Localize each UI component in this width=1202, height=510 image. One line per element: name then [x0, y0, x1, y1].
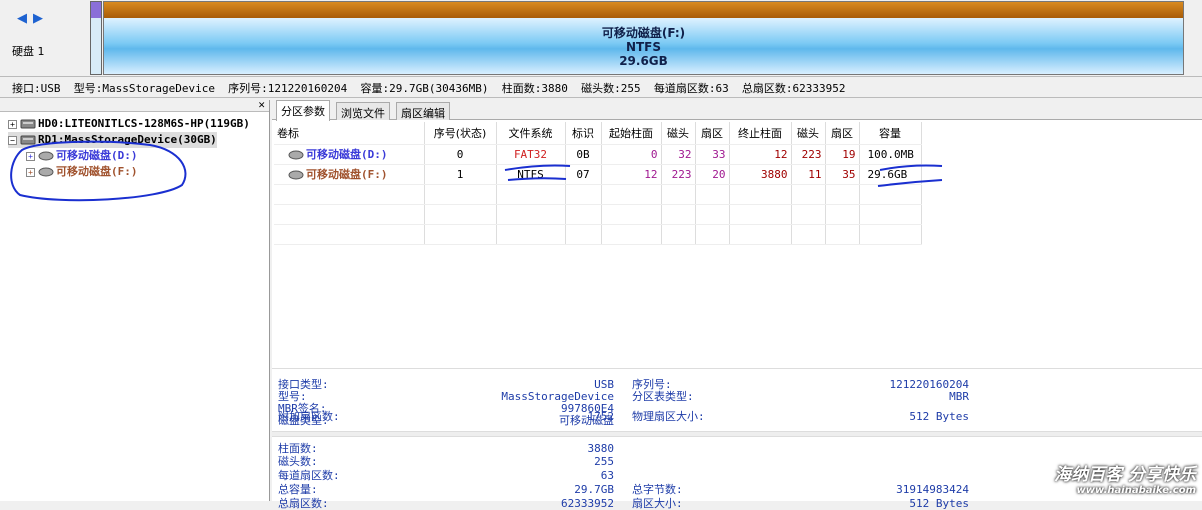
cell-start-sector: 20	[695, 164, 730, 185]
detail-label: 每道扇区数:	[278, 469, 340, 482]
next-disk-icon[interactable]: ▶	[33, 12, 43, 26]
col-header[interactable]: 文件系统	[496, 122, 566, 145]
cell-end-sector: 19	[825, 144, 860, 165]
tab-bar: 分区参数 浏览文件 扇区编辑	[272, 100, 1202, 121]
tree-pane-header: ✕	[0, 98, 269, 112]
table-row[interactable]: 可移动磁盘(D:) 0 FAT32 0B 0 32 33 12 223 19 1…	[274, 144, 922, 165]
disk-tree-pane: ✕ + HD0:LITEONITLCS-128M6S-HP(119GB) − RD1…	[0, 98, 270, 501]
detail-value: 29.7GB	[574, 483, 614, 496]
table-header-row: 卷标 序号(状态) 文件系统 标识 起始柱面 磁头 扇区 终止柱面 磁头 扇区 …	[274, 122, 922, 145]
hard-disk-icon	[20, 119, 36, 129]
detail-label: 附加扇区数:	[278, 410, 340, 423]
col-header[interactable]: 序号(状态)	[424, 122, 497, 145]
col-header[interactable]: 卷标	[274, 122, 425, 145]
tree-item-rd1[interactable]: − RD1:MassStorageDevice(30GB)	[8, 132, 217, 148]
detail-label: 分区表类型:	[632, 390, 694, 403]
partition-block-d[interactable]	[90, 1, 102, 75]
col-header[interactable]: 扇区	[825, 122, 860, 145]
tab-browse-files[interactable]: 浏览文件	[336, 102, 390, 120]
partition-params-pane: 分区参数 浏览文件 扇区编辑 卷标 序号(状态) 文件系统 标识 起始柱面 磁头…	[272, 100, 1202, 510]
partition-icon	[38, 151, 54, 161]
partition-block-f[interactable]: 可移动磁盘(F:) NTFS 29.6GB	[103, 1, 1184, 75]
cell-capacity: 29.6GB	[859, 164, 922, 185]
col-header[interactable]: 终止柱面	[729, 122, 792, 145]
hard-disk-icon	[20, 135, 36, 145]
detail-value: 3880	[587, 442, 615, 455]
cell-filesystem: NTFS	[496, 164, 566, 185]
cell-end-cyl: 12	[729, 144, 792, 165]
table-row[interactable]: 可移动磁盘(F:) 1 NTFS 07 12 223 20 3880 11 35…	[274, 164, 922, 185]
cell-end-head: 11	[791, 164, 826, 185]
detail-value: 512 Bytes	[909, 497, 969, 510]
volume-label: 可移动磁盘(D:)	[306, 148, 388, 161]
partition-block-name: 可移动磁盘(F:)	[601, 26, 686, 40]
cell-start-head: 223	[661, 164, 696, 185]
volume-label: 可移动磁盘(F:)	[306, 168, 388, 181]
partition-icon	[288, 150, 304, 160]
detail-value: 255	[594, 455, 614, 468]
cell-id: 07	[565, 164, 602, 185]
cell-capacity: 100.0MB	[859, 144, 922, 165]
expand-icon[interactable]: +	[8, 119, 17, 129]
expand-icon[interactable]: +	[26, 167, 35, 177]
detail-value: 1752	[587, 410, 615, 423]
cell-start-sector: 33	[695, 144, 730, 165]
partition-icon	[288, 170, 304, 180]
cell-id: 0B	[565, 144, 602, 165]
expand-icon[interactable]: +	[26, 151, 35, 161]
partition-block-size: 29.6GB	[619, 54, 668, 68]
cell-end-head: 223	[791, 144, 826, 165]
disk-map-bar: ◀ ▶ 硬盘 1 可移动磁盘(F:) NTFS 29.6GB	[0, 0, 1202, 76]
cell-index: 1	[424, 164, 497, 185]
cell-end-cyl: 3880	[729, 164, 792, 185]
col-header[interactable]: 磁头	[661, 122, 696, 145]
detail-value: MBR	[949, 390, 969, 403]
cell-index: 0	[424, 144, 497, 165]
tab-partition-params[interactable]: 分区参数	[276, 100, 330, 121]
watermark: 海纳百客 分享快乐 www.hainabaike.com	[1054, 465, 1196, 497]
partition-icon	[38, 167, 54, 177]
partition-table: 卷标 序号(状态) 文件系统 标识 起始柱面 磁头 扇区 终止柱面 磁头 扇区 …	[274, 122, 922, 245]
disk-info-bar: 接口:USB 型号:MassStorageDevice 序列号:12122016…	[0, 76, 1202, 98]
cell-filesystem: FAT32	[496, 144, 566, 165]
detail-value: 512 Bytes	[909, 410, 969, 423]
tab-sector-edit[interactable]: 扇区编辑	[396, 102, 450, 120]
detail-value: 63	[600, 469, 614, 482]
cell-end-sector: 35	[825, 164, 860, 185]
disk-label: 硬盘 1	[12, 45, 45, 58]
col-header[interactable]: 起始柱面	[601, 122, 662, 145]
cell-start-cyl: 12	[601, 164, 662, 185]
collapse-icon[interactable]: −	[8, 135, 17, 145]
detail-value: 62333952	[561, 497, 614, 510]
tree-item-hd0[interactable]: + HD0:LITEONITLCS-128M6S-HP(119GB)	[8, 116, 250, 132]
tree-item-partition-d[interactable]: + 可移动磁盘(D:)	[26, 148, 138, 164]
tree-item-partition-f[interactable]: + 可移动磁盘(F:)	[26, 164, 138, 180]
detail-label: 总字节数:	[632, 483, 683, 496]
detail-label: 扇区大小:	[632, 497, 683, 510]
detail-label: 柱面数:	[278, 442, 318, 455]
col-header[interactable]: 扇区	[695, 122, 730, 145]
cell-start-head: 32	[661, 144, 696, 165]
detail-label: 磁头数:	[278, 455, 318, 468]
cell-start-cyl: 0	[601, 144, 662, 165]
detail-label: 总扇区数:	[278, 497, 329, 510]
col-header[interactable]: 标识	[565, 122, 602, 145]
col-header[interactable]: 容量	[859, 122, 922, 145]
close-icon[interactable]: ✕	[258, 98, 265, 111]
col-header[interactable]: 磁头	[791, 122, 826, 145]
detail-value: 31914983424	[896, 483, 969, 496]
detail-label: 总容量:	[278, 483, 318, 496]
partition-block-fs: NTFS	[625, 40, 662, 54]
prev-disk-icon[interactable]: ◀	[17, 12, 27, 26]
detail-label: 物理扇区大小:	[632, 410, 705, 423]
